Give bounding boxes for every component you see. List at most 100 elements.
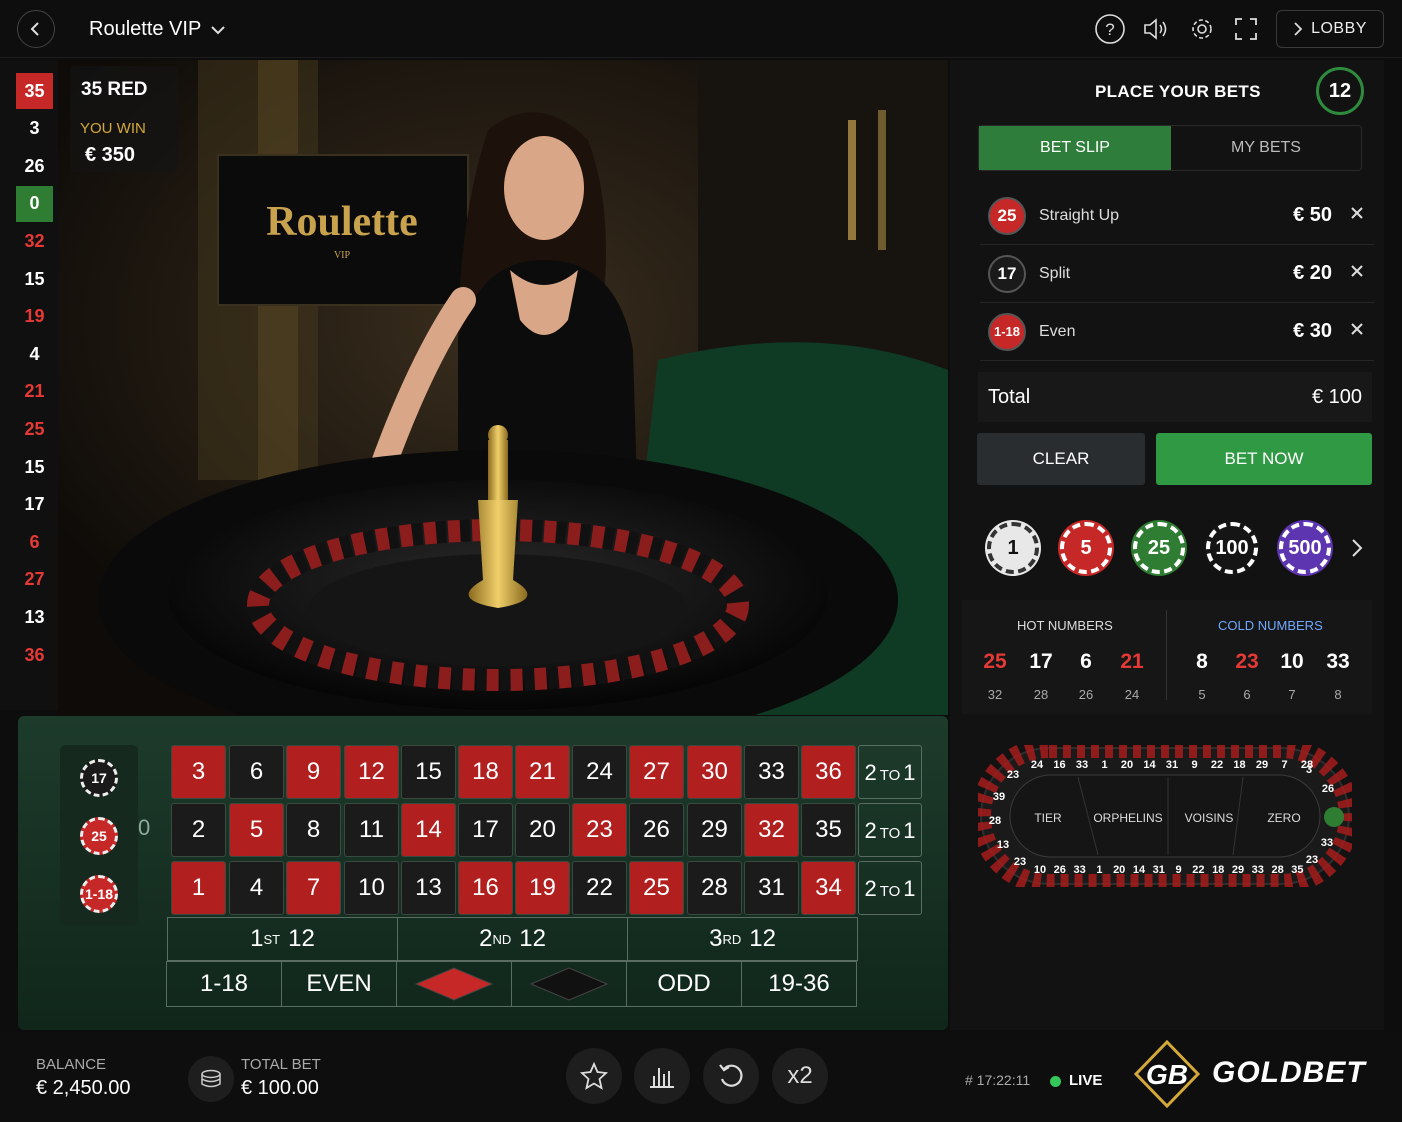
racetrack-number[interactable]: 23 (1007, 769, 1019, 781)
number-cell[interactable]: 26 (629, 803, 684, 857)
racetrack-number[interactable]: 20 (1113, 864, 1125, 876)
racetrack-number[interactable]: 33 (1321, 837, 1333, 849)
racetrack-number[interactable]: 1 (1096, 864, 1102, 876)
tab-my-bets[interactable]: MY BETS (1171, 126, 1361, 170)
number-cell[interactable]: 6 (229, 745, 284, 799)
chip-1[interactable]: 1 (987, 522, 1039, 574)
number-cell[interactable]: 11 (344, 803, 399, 857)
racetrack-number[interactable]: 10 (1034, 864, 1046, 876)
racetrack-number[interactable]: 29 (1232, 864, 1244, 876)
number-cell[interactable]: 22 (572, 861, 627, 915)
chip-5[interactable]: 5 (1060, 522, 1112, 574)
number-cell[interactable]: 18 (458, 745, 513, 799)
remove-bet-button[interactable] (1350, 322, 1364, 341)
racetrack-number[interactable]: 22 (1211, 759, 1223, 771)
number-cell[interactable]: 4 (229, 861, 284, 915)
racetrack-section[interactable]: TIER (1034, 811, 1062, 825)
chip-100[interactable]: 100 (1206, 522, 1258, 574)
number-cell[interactable]: 27 (629, 745, 684, 799)
racetrack-number[interactable]: 14 (1143, 759, 1156, 771)
number-cell[interactable]: 15 (401, 745, 456, 799)
number-cell[interactable]: 35 (801, 803, 856, 857)
racetrack-number[interactable]: 7 (1281, 759, 1287, 771)
bet-now-button[interactable]: BET NOW (1156, 433, 1372, 485)
number-cell[interactable]: 24 (572, 745, 627, 799)
racetrack-number[interactable]: 20 (1121, 759, 1133, 771)
number-cell[interactable]: 34 (801, 861, 856, 915)
racetrack-number[interactable]: 35 (1291, 864, 1303, 876)
column-bet-2-to-1[interactable]: 2 TO 1 (858, 803, 922, 857)
odd-bet[interactable]: ODD (626, 961, 742, 1007)
statistics-button[interactable] (634, 1048, 690, 1104)
racetrack-number[interactable]: 18 (1212, 864, 1224, 876)
racetrack-number[interactable]: 26 (1054, 864, 1066, 876)
racetrack-number[interactable]: 28 (989, 815, 1001, 827)
dozen-bet[interactable]: 3 RD 12 (627, 917, 858, 961)
racetrack-number[interactable]: 33 (1073, 864, 1085, 876)
number-cell[interactable]: 7 (286, 861, 341, 915)
chips-next-button[interactable] (1350, 538, 1364, 563)
number-cell[interactable]: 21 (515, 745, 570, 799)
racetrack-number[interactable]: 31 (1166, 759, 1178, 771)
racetrack-number[interactable]: 24 (1031, 759, 1044, 771)
number-cell[interactable]: 32 (744, 803, 799, 857)
zero-cell[interactable]: 0 (138, 815, 150, 841)
clear-button[interactable]: CLEAR (977, 433, 1145, 485)
sound-button[interactable] (1138, 11, 1174, 47)
even-bet[interactable]: EVEN (281, 961, 397, 1007)
red-bet[interactable] (396, 961, 512, 1007)
racetrack-number[interactable]: 31 (1153, 864, 1165, 876)
favorite-chip[interactable]: 25 (80, 817, 118, 855)
game-selector[interactable]: Roulette VIP (89, 18, 226, 41)
number-cell[interactable]: 23 (572, 803, 627, 857)
racetrack-number[interactable]: 13 (997, 839, 1009, 851)
chip-25[interactable]: 25 (1133, 522, 1185, 574)
settings-button[interactable] (1184, 11, 1220, 47)
number-cell[interactable]: 31 (744, 861, 799, 915)
racetrack-section[interactable]: VOISINS (1185, 811, 1234, 825)
number-cell[interactable]: 17 (458, 803, 513, 857)
back-button[interactable] (17, 10, 55, 48)
number-cell[interactable]: 1 (171, 861, 226, 915)
racetrack-section[interactable]: ORPHELINS (1093, 811, 1162, 825)
favorite-chip[interactable]: 1-18 (80, 875, 118, 913)
number-cell[interactable]: 5 (229, 803, 284, 857)
racetrack-number[interactable]: 26 (1322, 783, 1334, 795)
tab-bet-slip[interactable]: BET SLIP (979, 126, 1171, 170)
racetrack-number[interactable]: 9 (1191, 759, 1197, 771)
racetrack[interactable]: TIER ORPHELINS VOISINS ZERO 24 16 33 1 20 14 31 9 2… (978, 745, 1352, 887)
black-bet[interactable] (511, 961, 627, 1007)
racetrack-number[interactable]: 3 (1306, 764, 1312, 776)
racetrack-number[interactable]: 9 (1176, 864, 1182, 876)
favorite-chip[interactable]: 17 (80, 759, 118, 797)
number-cell[interactable]: 14 (401, 803, 456, 857)
number-cell[interactable]: 20 (515, 803, 570, 857)
number-cell[interactable]: 9 (286, 745, 341, 799)
favorites-button[interactable] (566, 1048, 622, 1104)
racetrack-number[interactable]: 39 (993, 791, 1005, 803)
racetrack-number[interactable]: 33 (1076, 759, 1088, 771)
low-bet[interactable]: 1-18 (166, 961, 282, 1007)
double-button[interactable]: x2 (772, 1048, 828, 1104)
racetrack-number[interactable]: 23 (1306, 854, 1318, 866)
number-cell[interactable]: 28 (687, 861, 742, 915)
undo-button[interactable] (703, 1048, 759, 1104)
number-cell[interactable]: 25 (629, 861, 684, 915)
remove-bet-button[interactable] (1350, 264, 1364, 283)
racetrack-section[interactable]: ZERO (1267, 811, 1300, 825)
number-cell[interactable]: 33 (744, 745, 799, 799)
number-cell[interactable]: 10 (344, 861, 399, 915)
number-cell[interactable]: 13 (401, 861, 456, 915)
racetrack-number[interactable]: 29 (1256, 759, 1268, 771)
racetrack-number[interactable]: 18 (1233, 759, 1245, 771)
column-bet-2-to-1[interactable]: 2 TO 1 (858, 861, 922, 915)
dozen-bet[interactable]: 1 ST 12 (167, 917, 398, 961)
racetrack-number[interactable]: 14 (1133, 864, 1146, 876)
high-bet[interactable]: 19-36 (741, 961, 857, 1007)
racetrack-number[interactable]: 23 (1014, 856, 1026, 868)
remove-bet-button[interactable] (1350, 206, 1364, 225)
number-cell[interactable]: 30 (687, 745, 742, 799)
column-bet-2-to-1[interactable]: 2 TO 1 (858, 745, 922, 799)
racetrack-number[interactable]: 1 (1101, 759, 1107, 771)
number-cell[interactable]: 16 (458, 861, 513, 915)
